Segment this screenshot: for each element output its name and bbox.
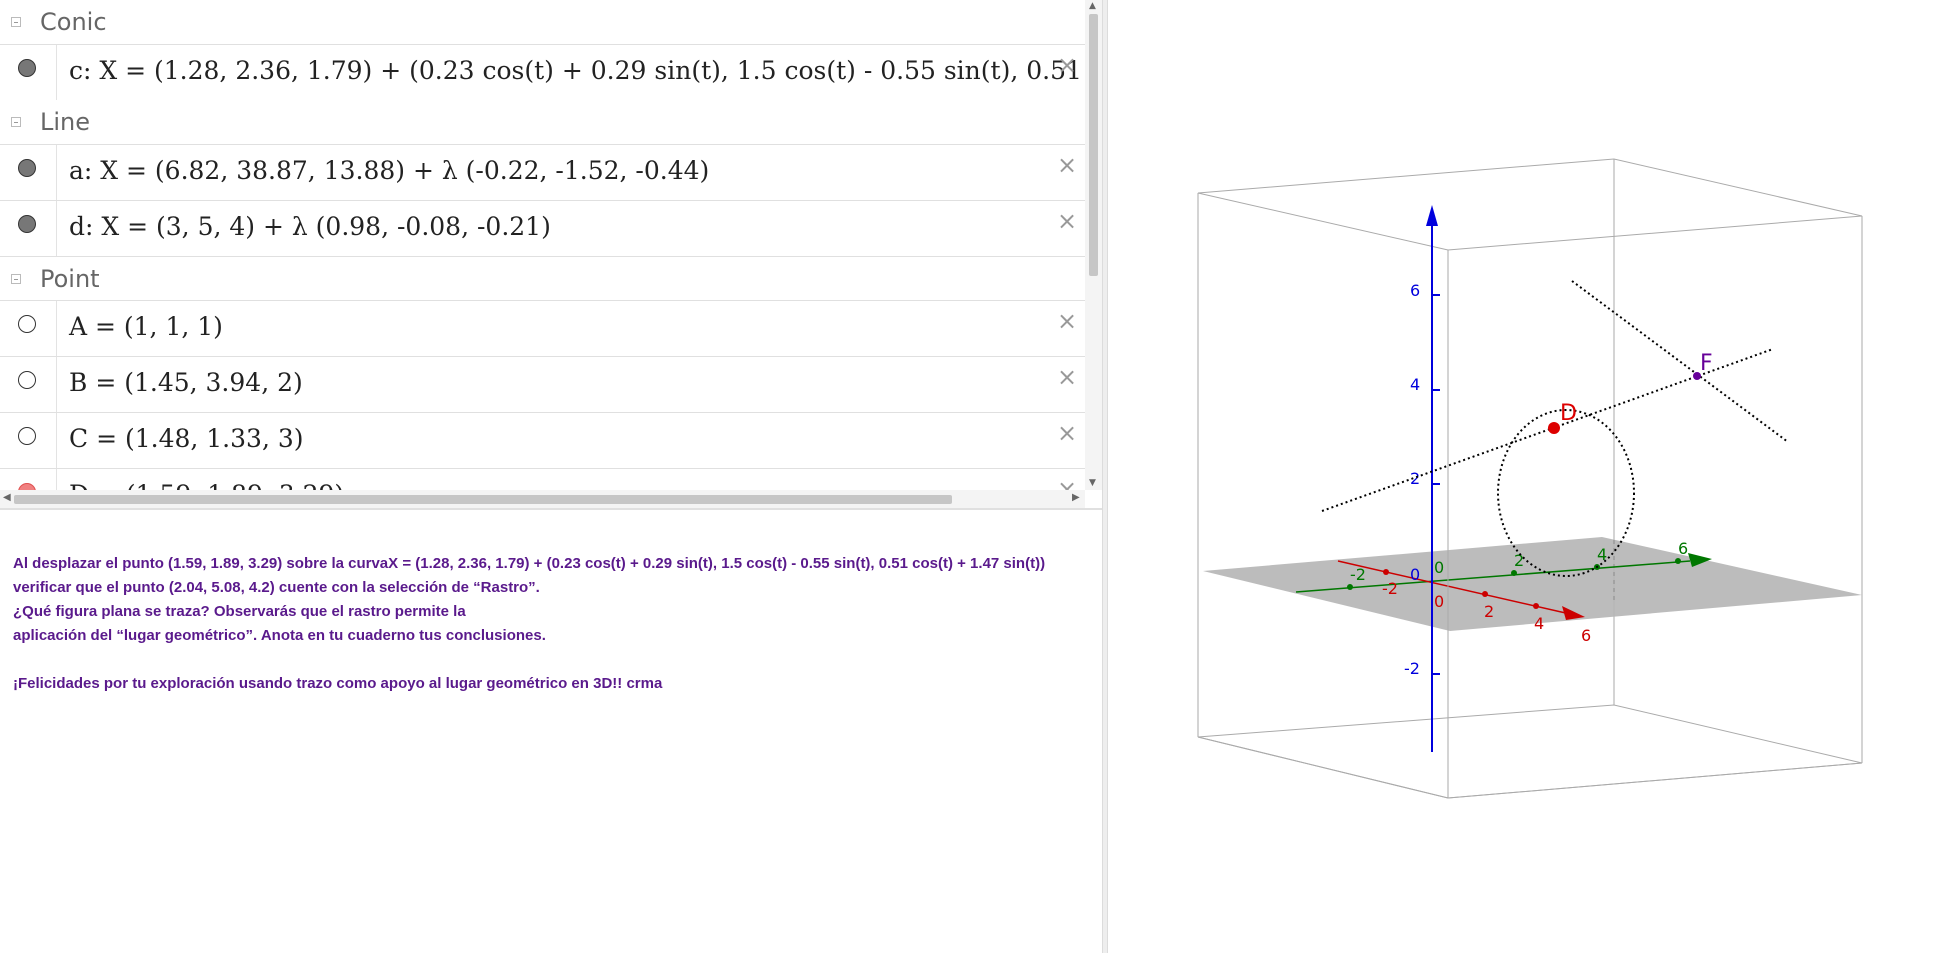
x-tick-label: 4 — [1534, 614, 1544, 633]
category-label: Conic — [40, 8, 107, 36]
bounding-box — [1197, 158, 1863, 799]
delete-icon[interactable]: × — [1057, 421, 1077, 445]
z-tick-label: 6 — [1410, 281, 1420, 300]
visibility-toggle-icon[interactable] — [18, 427, 36, 445]
xy-plane[interactable] — [1203, 537, 1862, 631]
object-definition[interactable]: C = (1.48, 1.33, 3) — [69, 424, 304, 453]
object-definition[interactable]: c: X = (1.28, 2.36, 1.79) + (0.23 cos(t)… — [69, 56, 1085, 85]
category-header-point[interactable]: Point — [0, 256, 1085, 301]
congratulations-line: ¡Felicidades por tu exploración usando t… — [13, 675, 663, 692]
x-tick-label: 6 — [1581, 626, 1591, 645]
visibility-toggle-icon[interactable] — [18, 215, 36, 233]
algebra-row-B[interactable]: B = (1.45, 3.94, 2) × — [0, 356, 1085, 412]
point-D-label: D — [1560, 401, 1577, 426]
object-definition[interactable]: a: X = (6.82, 38.87, 13.88) + λ (-0.22, … — [69, 156, 709, 185]
object-definition[interactable]: d: X = (3, 5, 4) + λ (0.98, -0.08, -0.21… — [69, 212, 551, 241]
category-label: Point — [40, 265, 100, 293]
delete-icon[interactable]: × — [1057, 209, 1077, 233]
z-tick-label: 4 — [1410, 375, 1420, 394]
scrollbar-thumb[interactable] — [1089, 14, 1098, 276]
point-D[interactable] — [1548, 422, 1560, 434]
scrollbar-thumb[interactable] — [14, 495, 952, 504]
instruction-line: verificar que el punto (2.04, 5.08, 4.2)… — [13, 579, 540, 596]
scroll-left-icon[interactable]: ◀ — [3, 492, 11, 503]
algebra-row-d[interactable]: d: X = (3, 5, 4) + λ (0.98, -0.08, -0.21… — [0, 200, 1085, 256]
delete-icon[interactable]: × — [1057, 309, 1077, 333]
algebra-row-C[interactable]: C = (1.48, 1.33, 3) × — [0, 412, 1085, 468]
visibility-toggle-icon[interactable] — [18, 315, 36, 333]
y-tick-label: 0 — [1434, 558, 1444, 577]
collapse-icon[interactable] — [11, 117, 21, 127]
line-a[interactable] — [1571, 280, 1789, 443]
algebra-view: Conic c: X = (1.28, 2.36, 1.79) + (0.23 … — [0, 0, 1102, 508]
scroll-right-icon[interactable]: ▶ — [1072, 492, 1080, 503]
collapse-icon[interactable] — [11, 274, 21, 284]
y-tick-label: -2 — [1350, 565, 1366, 584]
algebra-row-c[interactable]: c: X = (1.28, 2.36, 1.79) + (0.23 cos(t)… — [0, 44, 1085, 100]
scroll-down-icon[interactable]: ▼ — [1089, 478, 1096, 488]
instruction-line: aplicación del “lugar geométrico”. Anota… — [13, 627, 546, 644]
collapse-icon[interactable] — [11, 17, 21, 27]
scroll-up-icon[interactable]: ▲ — [1089, 1, 1096, 11]
vertical-scrollbar[interactable]: ▲ ▼ — [1085, 0, 1102, 490]
instruction-line: ¿Qué figura plana se traza? Observarás q… — [13, 603, 466, 620]
x-tick-label: 0 — [1434, 592, 1444, 611]
instruction-line: Al desplazar el punto (1.59, 1.89, 3.29)… — [13, 555, 1046, 572]
x-tick-label: 2 — [1484, 602, 1494, 621]
visibility-toggle-icon[interactable] — [18, 159, 36, 177]
z-tick-label: 0 — [1410, 565, 1420, 584]
delete-icon[interactable]: × — [1057, 365, 1077, 389]
point-F-label: F — [1700, 351, 1713, 376]
object-definition[interactable]: B = (1.45, 3.94, 2) — [69, 368, 303, 397]
z-tick-label: -2 — [1404, 659, 1420, 678]
algebra-row-a[interactable]: a: X = (6.82, 38.87, 13.88) + λ (-0.22, … — [0, 144, 1085, 200]
object-definition[interactable]: A = (1, 1, 1) — [69, 312, 223, 341]
text-panel: Al desplazar el punto (1.59, 1.89, 3.29)… — [0, 510, 1102, 953]
category-header-conic[interactable]: Conic — [0, 0, 1085, 44]
y-tick-label: 6 — [1678, 539, 1688, 558]
delete-icon[interactable]: × — [1057, 53, 1077, 77]
category-label: Line — [40, 108, 91, 136]
bounding-box-front — [1197, 250, 1863, 799]
x-tick-label: -2 — [1382, 579, 1398, 598]
category-header-line[interactable]: Line — [0, 100, 1085, 144]
z-axis[interactable] — [1426, 205, 1438, 752]
visibility-toggle-icon[interactable] — [18, 59, 36, 77]
visibility-toggle-icon[interactable] — [18, 371, 36, 389]
graphics-3d-view[interactable]: 6 4 2 0 -2 -2 0 2 4 6 -2 0 2 4 6 D F — [1108, 0, 1938, 953]
algebra-row-A[interactable]: A = (1, 1, 1) × — [0, 300, 1085, 356]
3d-scene[interactable]: 6 4 2 0 -2 -2 0 2 4 6 -2 0 2 4 6 D F — [1108, 0, 1938, 953]
delete-icon[interactable]: × — [1057, 153, 1077, 177]
horizontal-scrollbar[interactable]: ◀ ▶ — [0, 490, 1085, 508]
